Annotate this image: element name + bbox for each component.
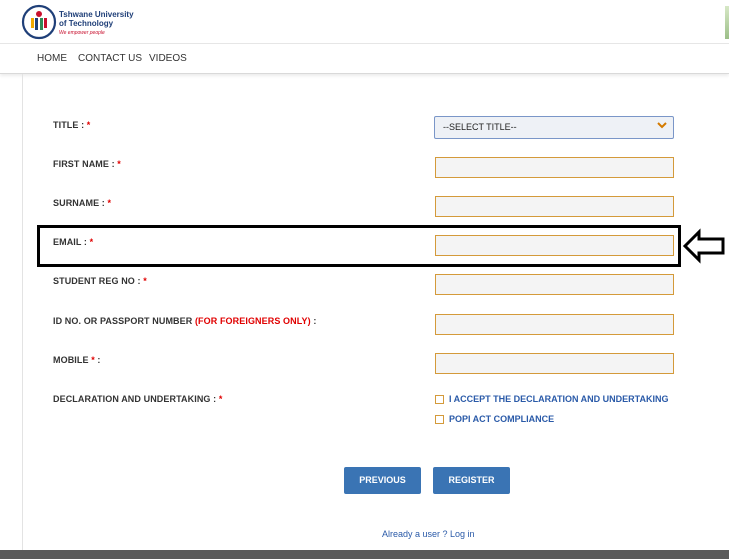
declaration-label-text: DECLARATION AND UNDERTAKING : [53,394,219,404]
nav-home[interactable]: HOME [37,53,67,64]
chevron-down-icon [657,122,667,129]
required-mark: * [218,394,223,404]
surname-field[interactable] [435,196,674,217]
surname-label: SURNAME : * [53,198,111,208]
first-name-field[interactable] [435,157,674,178]
main-nav: HOME CONTACT US VIDEOS [0,44,729,74]
email-label-text: EMAIL : [53,237,90,247]
pointer-arrow-icon [683,228,725,264]
required-mark: * [117,159,121,169]
content-border [22,74,23,552]
top-header: Tshwane University of Technology We empo… [0,0,729,44]
nav-contact-us[interactable]: CONTACT US [78,53,142,64]
email-field[interactable] [435,235,674,256]
title-select[interactable]: --SELECT TITLE-- [434,116,674,139]
foreign-note: (FOR FOREIGNERS ONLY) [194,316,311,326]
id-label-text: ID NO. OR PASSPORT NUMBER [53,316,195,326]
declaration-label: DECLARATION AND UNDERTAKING : * [53,394,222,404]
popi-compliance-row: POPI ACT COMPLIANCE [435,414,554,425]
required-mark: * [89,237,94,247]
previous-button[interactable]: PREVIOUS [344,467,421,494]
first-name-label: FIRST NAME : * [53,159,121,169]
student-reg-field[interactable] [435,274,674,295]
logo-line2: of Technology [59,18,114,28]
student-reg-label-text: STUDENT REG NO : [53,276,144,286]
id-passport-label: ID NO. OR PASSPORT NUMBER (FOR FOREIGNER… [53,316,316,326]
mobile-label-text: MOBILE [53,355,92,365]
accept-declaration-checkbox[interactable] [435,395,444,405]
required-mark: * [143,276,147,286]
popi-compliance-checkbox[interactable] [435,415,444,425]
mobile-label-suffix: : [94,355,101,365]
tut-logo-icon[interactable] [21,4,57,40]
footer-bar [0,550,729,559]
accept-declaration-row: I ACCEPT THE DECLARATION AND UNDERTAKING [435,394,669,405]
title-label-text: TITLE : [53,120,87,130]
accept-declaration-label[interactable]: I ACCEPT THE DECLARATION AND UNDERTAKING [449,394,669,404]
id-label-suffix: : [310,316,317,326]
login-link[interactable]: Already a user ? Log in [382,529,475,539]
logo-text: Tshwane University of Technology [59,10,134,28]
mobile-field[interactable] [435,353,674,374]
register-button[interactable]: REGISTER [433,467,510,494]
corner-image [725,6,729,39]
surname-label-text: SURNAME : [53,198,108,208]
logo-tagline: We empower people [59,30,105,36]
student-reg-label: STUDENT REG NO : * [53,276,147,286]
required-mark: * [86,120,91,130]
popi-compliance-label[interactable]: POPI ACT COMPLIANCE [449,414,554,424]
first-name-label-text: FIRST NAME : [53,159,118,169]
title-select-value: --SELECT TITLE-- [443,122,517,132]
mobile-label: MOBILE * : [53,355,101,365]
title-label: TITLE : * [53,120,90,130]
required-mark: * [107,198,112,208]
email-label: EMAIL : * [53,237,93,247]
nav-videos[interactable]: VIDEOS [149,53,187,64]
id-passport-field[interactable] [435,314,674,335]
